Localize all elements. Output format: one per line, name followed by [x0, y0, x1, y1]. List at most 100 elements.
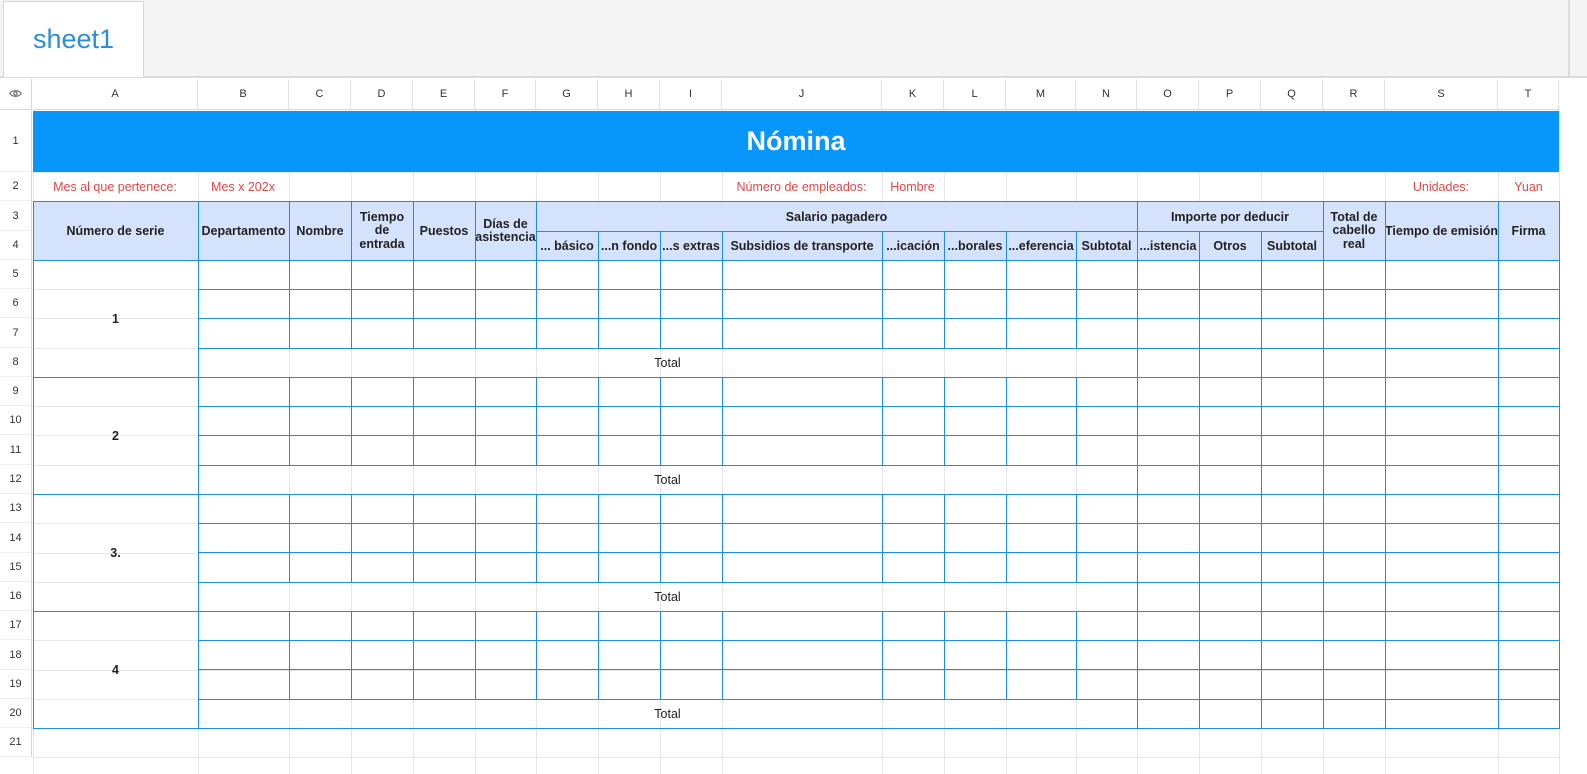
border-line — [1385, 377, 1386, 465]
month-value[interactable]: Mes x 202x — [198, 172, 288, 201]
column-header[interactable]: N — [1076, 79, 1137, 110]
column-header[interactable]: G — [536, 79, 598, 110]
column-header[interactable]: C — [289, 79, 351, 110]
row-header[interactable]: 11 — [0, 435, 32, 465]
row-header[interactable]: 7 — [0, 318, 32, 348]
border-line — [1199, 348, 1200, 377]
serial-number-cell[interactable]: 4 — [33, 611, 198, 728]
border-line — [660, 377, 661, 465]
row-header[interactable]: 20 — [0, 699, 32, 728]
border-line — [1323, 377, 1324, 465]
row-header[interactable]: 12 — [0, 465, 32, 494]
grid-line — [33, 553, 1559, 554]
column-header[interactable]: B — [198, 79, 289, 110]
row-header[interactable]: 9 — [0, 377, 32, 406]
column-header[interactable]: M — [1006, 79, 1076, 110]
column-header[interactable]: K — [882, 79, 944, 110]
row-header[interactable]: 13 — [0, 494, 32, 523]
column-header[interactable]: P — [1199, 79, 1261, 110]
border-line — [475, 611, 476, 699]
row-header[interactable]: 2 — [0, 172, 32, 201]
row-header[interactable]: 10 — [0, 406, 32, 435]
column-header[interactable]: J — [722, 79, 882, 110]
payroll-title[interactable]: Nómina — [33, 111, 1559, 172]
header-istencia[interactable]: ...istencia — [1137, 231, 1199, 260]
header-total-real[interactable]: Total de cabello real — [1323, 202, 1385, 260]
header-subtotal-deductions[interactable]: Subtotal — [1261, 231, 1323, 260]
border-line — [1323, 260, 1324, 348]
column-header[interactable]: H — [598, 79, 660, 110]
border-line — [598, 377, 599, 465]
serial-number-cell[interactable]: 3. — [33, 494, 198, 611]
total-label-cell[interactable]: Total — [198, 699, 1137, 728]
border-line — [1385, 494, 1386, 582]
serial-number-cell[interactable]: 1 — [33, 260, 198, 377]
header-name[interactable]: Nombre — [289, 202, 351, 260]
border-line — [475, 377, 476, 465]
border-line — [660, 231, 661, 260]
header-attendance-days[interactable]: Días de asistencia — [475, 202, 536, 260]
border-line — [351, 377, 352, 465]
border-line — [198, 699, 1559, 700]
column-header[interactable]: T — [1498, 79, 1559, 110]
header-subtotal-salary[interactable]: Subtotal — [1076, 231, 1137, 260]
header-issue-time[interactable]: Tiempo de emisión — [1385, 202, 1498, 260]
header-borales[interactable]: ...borales — [944, 231, 1006, 260]
employees-label[interactable]: Número de empleados: — [722, 172, 881, 201]
row-header[interactable]: 17 — [0, 611, 32, 640]
row-header[interactable]: 15 — [0, 553, 32, 582]
border-line — [351, 494, 352, 582]
row-header[interactable]: 18 — [0, 640, 32, 670]
row-header[interactable]: 5 — [0, 260, 32, 289]
column-header[interactable]: R — [1323, 79, 1385, 110]
border-line — [351, 611, 352, 699]
column-header[interactable]: A — [33, 79, 198, 110]
header-deductions[interactable]: Importe por deducir — [1137, 202, 1323, 231]
column-header[interactable]: O — [1137, 79, 1199, 110]
units-label[interactable]: Unidades: — [1385, 172, 1497, 201]
border-line — [1137, 348, 1138, 377]
header-entry-time[interactable]: Tiempo de entrada — [351, 202, 413, 260]
units-value[interactable]: Yuan — [1498, 172, 1559, 201]
column-header[interactable]: D — [351, 79, 413, 110]
header-signature[interactable]: Firma — [1498, 202, 1559, 260]
header-basic[interactable]: ... básico — [536, 231, 598, 260]
month-label[interactable]: Mes al que pertenece: — [33, 172, 197, 201]
header-others[interactable]: Otros — [1199, 231, 1261, 260]
sheet-tab-sheet1[interactable]: sheet1 — [3, 1, 144, 77]
header-fund[interactable]: ...n fondo — [598, 231, 660, 260]
border-line — [660, 494, 661, 582]
column-header[interactable]: I — [660, 79, 722, 110]
column-header[interactable]: L — [944, 79, 1006, 110]
header-extras[interactable]: ...s extras — [660, 231, 722, 260]
row-header[interactable]: 16 — [0, 582, 32, 611]
header-salary-payable[interactable]: Salario pagadero — [536, 202, 1137, 231]
border-line — [1261, 699, 1262, 728]
header-positions[interactable]: Puestos — [413, 202, 475, 260]
row-header[interactable]: 8 — [0, 348, 32, 377]
total-label-cell[interactable]: Total — [198, 465, 1137, 494]
row-header[interactable]: 4 — [0, 231, 32, 260]
header-department[interactable]: Departamento — [198, 202, 289, 260]
header-eferencia[interactable]: ...eferencia — [1006, 231, 1076, 260]
row-header[interactable]: 19 — [0, 670, 32, 699]
border-line — [882, 377, 883, 465]
border-line — [1199, 494, 1200, 582]
header-transport-subsidy[interactable]: Subsidios de transporte — [722, 231, 882, 260]
column-header[interactable]: Q — [1261, 79, 1323, 110]
row-header[interactable]: 3 — [0, 201, 32, 231]
row-header[interactable]: 1 — [0, 111, 32, 172]
employees-value[interactable]: Hombre — [882, 172, 943, 201]
column-header[interactable]: S — [1385, 79, 1498, 110]
column-header[interactable]: E — [413, 79, 475, 110]
header-ication[interactable]: ...icación — [882, 231, 944, 260]
serial-number-cell[interactable]: 2 — [33, 377, 198, 494]
total-label-cell[interactable]: Total — [198, 582, 1137, 611]
total-label-cell[interactable]: Total — [198, 348, 1137, 377]
header-serial-number[interactable]: Número de serie — [33, 202, 198, 260]
row-header[interactable]: 6 — [0, 289, 32, 318]
select-all-corner[interactable] — [0, 79, 32, 110]
row-header[interactable]: 14 — [0, 523, 32, 553]
column-header[interactable]: F — [475, 79, 536, 110]
row-header[interactable]: 21 — [0, 728, 32, 757]
